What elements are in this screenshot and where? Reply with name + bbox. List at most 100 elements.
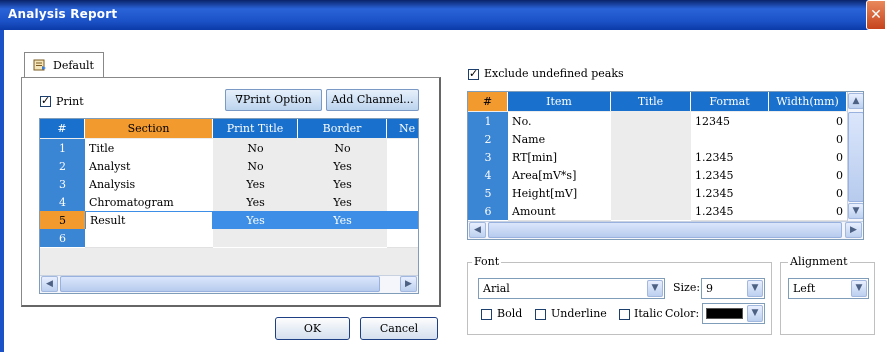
italic-checkbox[interactable] (619, 309, 630, 320)
tab-default[interactable]: Default (24, 52, 104, 78)
column-header-section: Section (85, 119, 213, 138)
item-cell[interactable]: Name (508, 130, 611, 149)
border-cell[interactable]: Yes (298, 193, 387, 212)
width-cell[interactable]: 0 (769, 202, 847, 221)
window-title: Analysis Report (8, 7, 118, 21)
scroll-thumb[interactable] (60, 276, 380, 292)
close-button[interactable]: ✕ (866, 0, 885, 30)
row-number-selected[interactable]: 5 (40, 211, 85, 230)
horizontal-scrollbar[interactable]: ◀ ▶ (468, 221, 863, 239)
border-cell[interactable]: No (298, 139, 387, 158)
chevron-down-icon[interactable]: ▼ (747, 305, 763, 322)
print-title-cell[interactable]: No (213, 157, 298, 176)
color-select[interactable]: ▼ (702, 303, 765, 324)
scroll-left-icon[interactable]: ◀ (41, 276, 58, 292)
print-title-cell[interactable]: No (213, 139, 298, 158)
underline-label: Underline (551, 307, 607, 320)
format-cell[interactable]: 1.2345 (691, 148, 769, 167)
border-cell[interactable] (298, 229, 387, 248)
scroll-right-icon[interactable]: ▶ (845, 222, 862, 238)
size-select[interactable]: 9 ▼ (701, 278, 765, 299)
section-cell-selected[interactable]: Result (85, 211, 213, 230)
item-cell[interactable]: No. (508, 112, 611, 131)
ne-cell-selected[interactable] (387, 211, 418, 230)
chevron-down-icon[interactable]: ▼ (851, 280, 867, 297)
ne-cell[interactable] (387, 193, 418, 212)
scroll-left-icon[interactable]: ◀ (469, 222, 486, 238)
chevron-down-icon[interactable]: ▼ (647, 280, 663, 297)
format-cell[interactable]: 12345 (691, 112, 769, 131)
print-option-button[interactable]: ∇Print Option (225, 89, 322, 111)
color-label: Color: (665, 307, 700, 320)
vertical-scrollbar[interactable]: ▲ ▼ (847, 92, 863, 221)
section-cell[interactable]: Title (85, 139, 213, 158)
cancel-button[interactable]: Cancel (360, 317, 438, 340)
border-cell[interactable]: Yes (298, 175, 387, 194)
format-cell[interactable]: 1.2345 (691, 184, 769, 203)
bold-checkbox[interactable] (481, 309, 492, 320)
column-header-num: # (468, 92, 508, 111)
title-cell[interactable] (611, 184, 691, 203)
row-number[interactable]: 2 (40, 157, 85, 176)
color-swatch (706, 308, 743, 319)
row-number[interactable]: 5 (468, 184, 508, 203)
row-number[interactable]: 6 (468, 202, 508, 221)
scroll-thumb[interactable] (488, 222, 842, 238)
item-cell[interactable]: Height[mV] (508, 184, 611, 203)
format-cell[interactable] (691, 130, 769, 149)
section-cell[interactable]: Analyst (85, 157, 213, 176)
ne-cell[interactable] (387, 175, 418, 194)
scroll-down-icon[interactable]: ▼ (848, 203, 863, 219)
row-number[interactable]: 4 (468, 166, 508, 185)
section-cell[interactable]: Analysis (85, 175, 213, 194)
print-title-cell-selected[interactable]: Yes (213, 211, 298, 230)
print-title-cell[interactable]: Yes (213, 193, 298, 212)
title-cell[interactable] (611, 166, 691, 185)
column-header-ne: Ne (387, 119, 418, 138)
section-cell[interactable] (85, 229, 213, 248)
item-cell[interactable]: Amount (508, 202, 611, 221)
title-cell[interactable] (611, 112, 691, 131)
item-cell[interactable]: Area[mV*s] (508, 166, 611, 185)
row-number[interactable]: 1 (40, 139, 85, 158)
print-checkbox[interactable] (40, 94, 51, 107)
exclude-checkbox[interactable] (468, 67, 479, 80)
format-cell[interactable]: 1.2345 (691, 202, 769, 221)
title-cell[interactable] (611, 148, 691, 167)
width-cell[interactable]: 0 (769, 112, 847, 131)
border-cell-selected[interactable]: Yes (298, 211, 387, 230)
row-number[interactable]: 3 (40, 175, 85, 194)
ne-cell[interactable] (387, 157, 418, 176)
chevron-down-icon[interactable]: ▼ (747, 280, 763, 297)
add-channel-button[interactable]: Add Channel... (326, 89, 419, 111)
underline-checkbox[interactable] (535, 309, 546, 320)
row-number[interactable]: 6 (40, 229, 85, 248)
print-title-cell[interactable] (213, 229, 298, 248)
window-frame (0, 30, 4, 352)
horizontal-scrollbar[interactable]: ◀ ▶ (40, 275, 418, 293)
width-cell[interactable]: 0 (769, 184, 847, 203)
width-cell[interactable]: 0 (769, 166, 847, 185)
scroll-thumb[interactable] (848, 112, 863, 202)
size-label: Size: (673, 281, 701, 294)
width-cell[interactable]: 0 (769, 148, 847, 167)
ne-cell[interactable] (387, 139, 418, 158)
row-number[interactable]: 4 (40, 193, 85, 212)
section-cell[interactable]: Chromatogram (85, 193, 213, 212)
title-cell[interactable] (611, 130, 691, 149)
scroll-up-icon[interactable]: ▲ (848, 93, 863, 109)
ne-cell[interactable] (387, 229, 418, 248)
border-cell[interactable]: Yes (298, 157, 387, 176)
width-cell[interactable]: 0 (769, 130, 847, 149)
item-cell[interactable]: RT[min] (508, 148, 611, 167)
print-title-cell[interactable]: Yes (213, 175, 298, 194)
format-cell[interactable]: 1.2345 (691, 166, 769, 185)
alignment-select[interactable]: Left ▼ (788, 278, 869, 299)
row-number[interactable]: 3 (468, 148, 508, 167)
title-cell[interactable] (611, 202, 691, 221)
scroll-right-icon[interactable]: ▶ (400, 276, 417, 292)
font-select[interactable]: Arial ▼ (478, 278, 665, 299)
ok-button[interactable]: OK (275, 317, 350, 340)
row-number[interactable]: 1 (468, 112, 508, 131)
row-number[interactable]: 2 (468, 130, 508, 149)
